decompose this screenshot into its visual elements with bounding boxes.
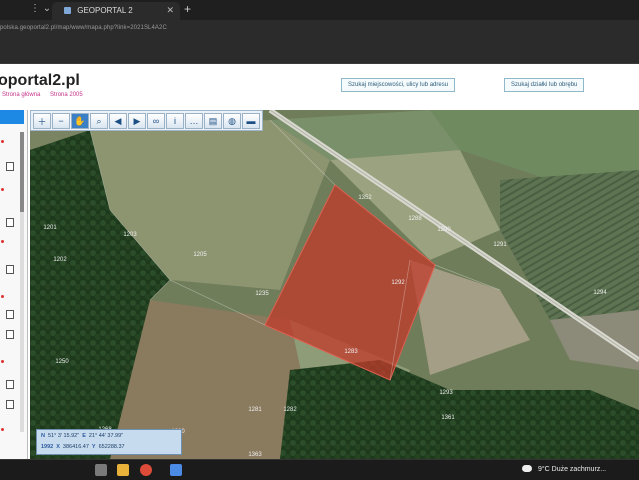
layer-checkbox[interactable]	[6, 162, 14, 171]
parcel-label[interactable]: 1235	[255, 291, 268, 297]
parcel-label[interactable]: 1291	[493, 242, 506, 248]
tab-title: GEOPORTAL 2	[77, 6, 133, 15]
layer-marker-icon	[1, 295, 4, 298]
map-toolbar: ＋ − ✋ ⌕ ◀ ▶ ∞ i … ▤ ◍ ▬	[30, 110, 263, 131]
layer-checkbox[interactable]	[6, 310, 14, 319]
measure-icon[interactable]: …	[185, 113, 203, 129]
chrome-icon[interactable]	[140, 464, 152, 476]
layer-marker-icon	[1, 428, 4, 431]
parcel-label[interactable]: 1363	[248, 452, 261, 458]
print-icon[interactable]: ▤	[204, 113, 222, 129]
browser-tab[interactable]: GEOPORTAL 2 ✕	[52, 2, 180, 20]
pan-hand-icon[interactable]: ✋	[71, 113, 89, 129]
layers-panel-header[interactable]	[0, 110, 24, 124]
x-value: 386416.47	[62, 444, 89, 450]
aerial-photo	[30, 110, 639, 459]
coord-system: 1992	[41, 444, 54, 450]
coordinates-panel: N 51° 3' 15.92" E 21° 44' 37.99" 1992 X …	[36, 429, 182, 455]
layers-panel	[0, 110, 28, 459]
parcel-label[interactable]: 1290	[437, 227, 450, 233]
url-text: polska.geoportal2.pl/map/www/mapa.php?li…	[0, 25, 167, 31]
coords-row-xy: 1992 X 386416.47 Y 652288.37	[41, 444, 125, 450]
layer-checkbox[interactable]	[6, 265, 14, 274]
coords-row-geo: N 51° 3' 15.92" E 21° 44' 37.99"	[41, 433, 123, 439]
back-arrow-icon[interactable]: ◀	[109, 113, 127, 129]
forward-arrow-icon[interactable]: ▶	[128, 113, 146, 129]
y-value: 652288.37	[98, 444, 125, 450]
map-view[interactable]: 1201 1202 1203 1205 1235 1250 1268 1280 …	[30, 110, 639, 459]
globe-icon[interactable]: ◍	[223, 113, 241, 129]
layer-checkbox[interactable]	[6, 380, 14, 389]
favicon-icon	[64, 7, 71, 14]
taskbar: 9°C Duże zachmurz...	[0, 459, 639, 480]
parcel-label[interactable]: 1202	[53, 257, 66, 263]
x-label: X	[56, 444, 60, 450]
search-parcel-button[interactable]: Szukaj działki lub obrębu	[504, 78, 585, 92]
address-bar[interactable]: polska.geoportal2.pl/map/www/mapa.php?li…	[0, 20, 639, 42]
lon-label: E	[82, 433, 86, 439]
lat-label: N	[41, 433, 45, 439]
parcel-label[interactable]: 1352	[358, 195, 371, 201]
parcel-label[interactable]: 1250	[55, 359, 68, 365]
info-icon[interactable]: i	[166, 113, 184, 129]
weather-widget[interactable]: 9°C Duże zachmurz...	[522, 465, 606, 473]
breadcrumb-home[interactable]: Strona główna	[2, 92, 40, 98]
breadcrumb: Strona główna Strona 2005	[2, 92, 91, 98]
layers-scroll-thumb[interactable]	[20, 132, 24, 212]
site-logo[interactable]: oportal2.pl	[0, 72, 80, 90]
layer-marker-icon	[1, 140, 4, 143]
bookmark-bar	[0, 42, 639, 64]
page: oportal2.pl Strona główna Strona 2005 Sz…	[0, 64, 639, 459]
layer-checkbox[interactable]	[6, 330, 14, 339]
search-address-button[interactable]: Szukaj miejscowości, ulicy lub adresu	[341, 78, 456, 92]
task-view-icon[interactable]	[95, 464, 107, 476]
layers-icon[interactable]: ▬	[242, 113, 260, 129]
parcel-label[interactable]: 1292	[391, 280, 404, 286]
lon-value: 21° 44' 37.99"	[88, 433, 124, 439]
parcel-label[interactable]: 1281	[248, 407, 261, 413]
parcel-label[interactable]: 1283	[344, 349, 357, 355]
file-explorer-icon[interactable]	[117, 464, 129, 476]
lat-value: 51° 3' 15.92"	[47, 433, 80, 439]
store-icon[interactable]	[170, 464, 182, 476]
layer-marker-icon	[1, 240, 4, 243]
zoom-out-icon[interactable]: −	[52, 113, 70, 129]
weather-text: 9°C Duże zachmurz...	[537, 466, 607, 473]
zoom-in-icon[interactable]: ＋	[33, 113, 51, 129]
new-tab-button[interactable]: +	[184, 2, 191, 16]
link-icon[interactable]: ∞	[147, 113, 165, 129]
breadcrumb-page[interactable]: Strona 2005	[50, 92, 83, 98]
parcel-label[interactable]: 1282	[283, 407, 296, 413]
close-tab-icon[interactable]: ✕	[166, 5, 174, 16]
parcel-label[interactable]: 1361	[441, 415, 454, 421]
layer-marker-icon	[1, 360, 4, 363]
parcel-label[interactable]: 1205	[193, 252, 206, 258]
browser-tab-bar: ⋮ ⌄ GEOPORTAL 2 ✕ +	[0, 0, 639, 20]
cloud-icon	[522, 465, 532, 472]
zoom-box-icon[interactable]: ⌕	[90, 113, 108, 129]
parcel-label[interactable]: 1288	[408, 216, 421, 222]
layer-marker-icon	[1, 188, 4, 191]
layer-checkbox[interactable]	[6, 400, 14, 409]
tab-menu-icon[interactable]: ⋮ ⌄	[30, 3, 51, 14]
parcel-label[interactable]: 1294	[593, 290, 606, 296]
parcel-label[interactable]: 1203	[123, 232, 136, 238]
parcel-label[interactable]: 1293	[439, 390, 452, 396]
layer-checkbox[interactable]	[6, 218, 14, 227]
parcel-label[interactable]: 1201	[43, 225, 56, 231]
y-label: Y	[91, 444, 96, 450]
